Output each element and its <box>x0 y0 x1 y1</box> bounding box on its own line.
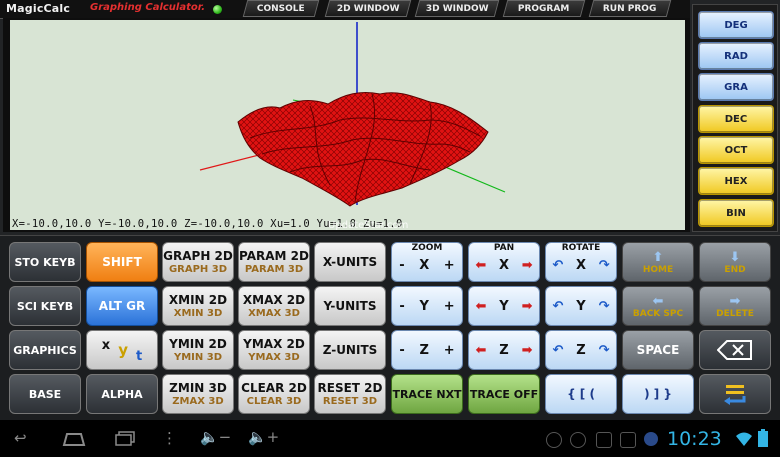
arrow-right-icon: ➡ <box>521 342 533 358</box>
trace-off-button[interactable]: TRACE OFF <box>468 374 540 414</box>
wifi-icon <box>736 432 752 446</box>
trace-next-button[interactable]: TRACE NXT <box>391 374 463 414</box>
backspace-icon <box>717 340 752 360</box>
menu-dots-icon[interactable]: ⋮ <box>162 429 177 447</box>
volume-up-icon[interactable]: 🔈+ <box>248 428 279 446</box>
notification-icon <box>620 432 636 448</box>
end-button[interactable]: ⬇ END <box>699 242 771 282</box>
rotate-cw-icon: ↷ <box>598 257 610 273</box>
pan-z-button[interactable]: ⬅ Z ➡ <box>468 330 540 370</box>
arrow-left-icon: ⬅ <box>475 257 487 273</box>
rotate-x-button[interactable]: ROTATE ↶ X ↷ <box>545 242 617 282</box>
enter-button[interactable] <box>699 374 771 414</box>
xyt-variable-button[interactable]: x y t <box>86 330 158 370</box>
bracket-open-button[interactable]: { [ ( <box>545 374 617 414</box>
zoom-z-button[interactable]: - Z + <box>391 330 463 370</box>
mode-hex-button[interactable]: HEX <box>698 167 774 195</box>
surface-plot <box>199 22 506 207</box>
rotate-ccw-icon: ↶ <box>552 342 564 358</box>
mode-dec-button[interactable]: DEC <box>698 105 774 133</box>
menu-2d-window[interactable]: 2D WINDOW <box>324 0 412 17</box>
android-nav-bar: ↩ ⋮ 🔈− 🔈+ <box>0 420 780 457</box>
mode-gra-button[interactable]: GRA <box>698 73 774 101</box>
enter-icon <box>724 385 746 405</box>
battery-icon <box>758 429 768 447</box>
shift-button[interactable]: SHIFT <box>86 242 158 282</box>
mode-oct-button[interactable]: OCT <box>698 136 774 164</box>
x-units-button[interactable]: X-UNITS <box>314 242 386 282</box>
xmax-2d-button[interactable]: XMAX 2D XMAX 3D <box>238 286 310 326</box>
menu-3d-window[interactable]: 3D WINDOW <box>414 0 500 17</box>
delete-button[interactable]: ➡ DELETE <box>699 286 771 326</box>
sto-keyb-button[interactable]: STO KEYB <box>9 242 81 282</box>
param-2d-button[interactable]: PARAM 2D PARAM 3D <box>238 242 310 282</box>
recent-apps-icon[interactable] <box>114 431 136 447</box>
arrow-right-icon: ➡ <box>729 293 741 309</box>
alpha-button[interactable]: ALPHA <box>86 374 158 414</box>
app-brand: MagicCalc <box>6 2 71 15</box>
arrow-right-icon: ➡ <box>521 257 533 273</box>
magiccalc-app: MagicCalc Graphing Calculator. CONSOLE 2… <box>0 0 780 421</box>
rotate-cw-icon: ↷ <box>598 298 610 314</box>
arrow-left-icon: ⬅ <box>475 342 487 358</box>
status-led-icon <box>213 5 222 14</box>
graphics-button[interactable]: GRAPHICS <box>9 330 81 370</box>
rotate-y-button[interactable]: ↶ Y ↷ <box>545 286 617 326</box>
backspace-icon-button[interactable] <box>699 330 771 370</box>
xmin-2d-button[interactable]: XMIN 2D XMIN 3D <box>162 286 234 326</box>
home-icon[interactable] <box>62 431 86 447</box>
ymin-2d-button[interactable]: YMIN 2D YMIN 3D <box>162 330 234 370</box>
z-units-button[interactable]: Z-UNITS <box>314 330 386 370</box>
y-units-button[interactable]: Y-UNITS <box>314 286 386 326</box>
arrow-left-icon: ⬅ <box>475 298 487 314</box>
menu-run-prog[interactable]: RUN PROG <box>588 0 672 17</box>
base-button[interactable]: BASE <box>9 374 81 414</box>
notification-icon <box>644 432 658 446</box>
ymax-2d-button[interactable]: YMAX 2D YMAX 3D <box>238 330 310 370</box>
pan-x-button[interactable]: PAN ⬅ X ➡ <box>468 242 540 282</box>
mode-panel: DEG RAD GRA DEC OCT HEX BIN <box>692 4 778 232</box>
zoom-x-button[interactable]: ZOOM - X + <box>391 242 463 282</box>
status-clock: 10:23 <box>667 428 722 450</box>
graph-2d-button[interactable]: GRAPH 2D GRAPH 3D <box>162 242 234 282</box>
reset-2d-button[interactable]: RESET 2D RESET 3D <box>314 374 386 414</box>
mode-bin-button[interactable]: BIN <box>698 199 774 227</box>
rotate-z-button[interactable]: ↶ Z ↷ <box>545 330 617 370</box>
mode-deg-button[interactable]: DEG <box>698 11 774 39</box>
menu-console[interactable]: CONSOLE <box>242 0 320 17</box>
zmin-3d-button[interactable]: ZMIN 3D ZMAX 3D <box>162 374 234 414</box>
alt-gr-button[interactable]: ALT GR <box>86 286 158 326</box>
sci-keyb-button[interactable]: SCI KEYB <box>9 286 81 326</box>
back-space-button[interactable]: ⬅ BACK SPC <box>622 286 694 326</box>
rotate-ccw-icon: ↶ <box>552 298 564 314</box>
app-subtitle: Graphing Calculator. <box>90 2 206 13</box>
clear-2d-button[interactable]: CLEAR 2D CLEAR 3D <box>238 374 310 414</box>
menu-program[interactable]: PROGRAM <box>502 0 586 17</box>
space-button[interactable]: SPACE <box>622 330 694 370</box>
pan-y-button[interactable]: ⬅ Y ➡ <box>468 286 540 326</box>
notification-icon <box>596 432 612 448</box>
home-button[interactable]: ⬆ HOME <box>622 242 694 282</box>
rotate-cw-icon: ↷ <box>598 342 610 358</box>
notification-icon <box>546 432 562 448</box>
arrow-right-icon: ➡ <box>521 298 533 314</box>
top-bar: MagicCalc Graphing Calculator. CONSOLE 2… <box>0 0 690 19</box>
arrow-down-icon: ⬇ <box>729 249 741 265</box>
watermark: UpdateStar.com <box>328 220 409 230</box>
rotate-ccw-icon: ↶ <box>552 257 564 273</box>
keypad: STO KEYB SCI KEYB GRAPHICS BASE SHIFT AL… <box>0 235 780 421</box>
bracket-close-button[interactable]: ) ] } <box>622 374 694 414</box>
mode-rad-button[interactable]: RAD <box>698 42 774 70</box>
zoom-y-button[interactable]: - Y + <box>391 286 463 326</box>
back-icon[interactable]: ↩ <box>14 429 27 447</box>
graph-canvas-3d[interactable]: X=-10.0,10.0 Y=-10.0,10.0 Z=-10.0,10.0 X… <box>10 20 685 230</box>
arrow-up-icon: ⬆ <box>652 249 664 265</box>
notification-icon <box>570 432 586 448</box>
volume-down-icon[interactable]: 🔈− <box>200 428 231 446</box>
arrow-left-icon: ⬅ <box>652 293 664 309</box>
